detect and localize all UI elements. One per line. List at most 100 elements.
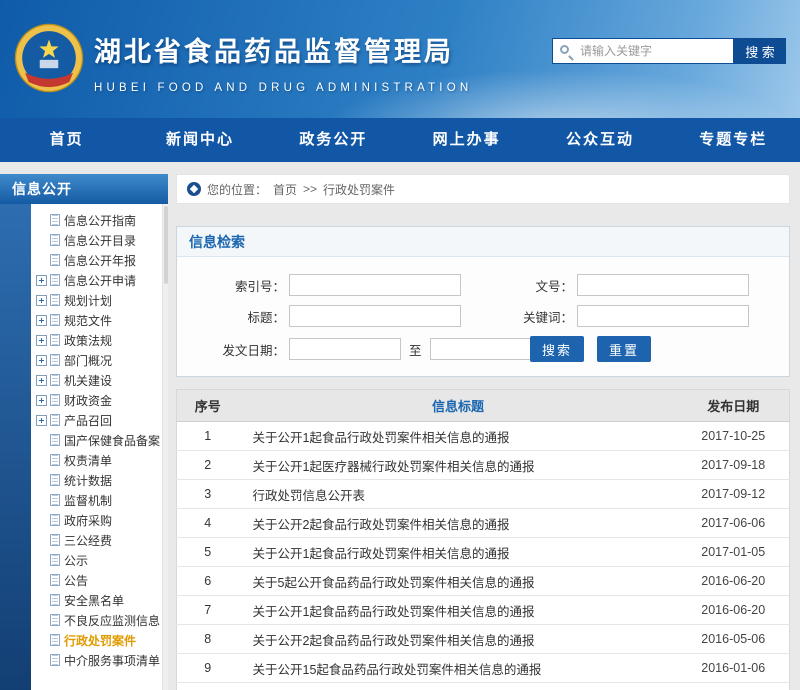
document-icon <box>50 354 60 366</box>
table-row: 2 关于公开1起医疗器械行政处罚案件相关信息的通报 2017-09-18 <box>177 451 790 480</box>
sidebar-decorative-strip <box>0 204 31 690</box>
sidebar-item[interactable]: 统计数据 <box>36 470 160 490</box>
header-search-button[interactable]: 搜 索 <box>734 38 786 64</box>
header-search-input[interactable] <box>552 38 734 64</box>
site-header: 湖北省食品药品监督管理局 HUBEI FOOD AND DRUG ADMINIS… <box>0 0 800 118</box>
sidebar-item[interactable]: 国产保健食品备案 <box>36 430 160 450</box>
row-title-link[interactable]: 关于公开23起食品药品行政处罚案件相关信息的通报 <box>239 683 678 690</box>
search-icon <box>560 45 569 54</box>
sidebar-item[interactable]: 机关建设 <box>36 370 160 390</box>
header-search-input-wrap <box>552 38 734 64</box>
header-search: 搜 索 <box>552 38 786 64</box>
expand-plus-icon[interactable] <box>36 295 47 306</box>
form-buttons: 搜索 重置 <box>436 336 771 362</box>
site-titles: 湖北省食品药品监督管理局 HUBEI FOOD AND DRUG ADMINIS… <box>94 30 472 94</box>
document-icon <box>50 574 60 586</box>
sidebar-item-label: 国产保健食品备案 <box>64 432 160 449</box>
sidebar-item[interactable]: 政策法规 <box>36 330 160 350</box>
sidebar-item[interactable]: 信息公开指南 <box>36 210 160 230</box>
main-nav: 首页 新闻中心 政务公开 网上办事 公众互动 专题专栏 <box>0 118 800 162</box>
reset-button[interactable]: 重置 <box>597 336 651 362</box>
nav-item[interactable]: 网上办事 <box>400 118 533 162</box>
row-date: 2017-06-06 <box>678 509 790 538</box>
date-label: 发文日期： <box>195 340 285 359</box>
sidebar-item[interactable]: 政府采购 <box>36 510 160 530</box>
row-title-link[interactable]: 关于公开1起食品行政处罚案件相关信息的通报 <box>239 538 678 567</box>
sidebar-item-label: 财政资金 <box>64 392 112 409</box>
breadcrumb-home-link[interactable]: 首页 <box>273 181 297 198</box>
row-title-link[interactable]: 关于公开15起食品药品行政处罚案件相关信息的通报 <box>239 654 678 683</box>
breadcrumb-current: 行政处罚案件 <box>323 181 395 198</box>
index-no-input[interactable] <box>289 274 461 296</box>
sidebar-item[interactable]: 部门概况 <box>36 350 160 370</box>
sidebar-item[interactable]: 信息公开申请 <box>36 270 160 290</box>
sidebar-body: 信息公开指南 信息公开目录 信息公开年报 <box>0 204 168 690</box>
title-input[interactable] <box>289 305 461 327</box>
sidebar-item[interactable]: 权责清单 <box>36 450 160 470</box>
sidebar-item[interactable]: 规划计划 <box>36 290 160 310</box>
nav-item[interactable]: 政务公开 <box>267 118 400 162</box>
sidebar-item[interactable]: 产品召回 <box>36 410 160 430</box>
expand-plus-icon[interactable] <box>36 355 47 366</box>
document-icon <box>50 554 60 566</box>
doc-no-input[interactable] <box>577 274 749 296</box>
table-row: 9 关于公开15起食品药品行政处罚案件相关信息的通报 2016-01-06 <box>177 654 790 683</box>
sidebar-item[interactable]: 行政处罚案件 <box>36 630 160 650</box>
sidebar-item-label: 公告 <box>64 572 88 589</box>
row-title-link[interactable]: 关于5起公开食品药品行政处罚案件相关信息的通报 <box>239 567 678 596</box>
sidebar-item[interactable]: 规范文件 <box>36 310 160 330</box>
agency-emblem-logo <box>12 21 86 95</box>
document-icon <box>50 374 60 386</box>
sidebar-item-label: 权责清单 <box>64 452 112 469</box>
sidebar-item-label: 不良反应监测信息 <box>64 612 160 629</box>
body-row: 信息公开 信息公开指南 信息公开目 <box>0 162 800 690</box>
breadcrumb-separator: >> <box>303 182 317 196</box>
sidebar-item[interactable]: 信息公开目录 <box>36 230 160 250</box>
sidebar-item[interactable]: 公告 <box>36 570 160 590</box>
sidebar-item[interactable]: 三公经费 <box>36 530 160 550</box>
nav-item[interactable]: 专题专栏 <box>667 118 800 162</box>
sidebar-item[interactable]: 信息公开年报 <box>36 250 160 270</box>
expand-plus-icon[interactable] <box>36 275 47 286</box>
row-date: 2016-01-06 <box>678 654 790 683</box>
sidebar-item-label: 产品召回 <box>64 412 112 429</box>
panel-body: 索引号： 文号： 标题： <box>177 257 789 376</box>
row-title-link[interactable]: 关于公开1起食品行政处罚案件相关信息的通报 <box>239 422 678 451</box>
sidebar-item[interactable]: 安全黑名单 <box>36 590 160 610</box>
document-icon <box>50 434 60 446</box>
nav-item[interactable]: 首页 <box>0 118 133 162</box>
sidebar-item-label: 部门概况 <box>64 352 112 369</box>
sidebar-item[interactable]: 不良反应监测信息 <box>36 610 160 630</box>
sidebar-item[interactable]: 财政资金 <box>36 390 160 410</box>
row-title-link[interactable]: 关于公开1起医疗器械行政处罚案件相关信息的通报 <box>239 451 678 480</box>
sidebar-item-label: 三公经费 <box>64 532 112 549</box>
title-label: 标题： <box>195 307 285 326</box>
row-title-link[interactable]: 关于公开2起食品药品行政处罚案件相关信息的通报 <box>239 625 678 654</box>
keyword-input[interactable] <box>577 305 749 327</box>
expand-plus-icon[interactable] <box>36 315 47 326</box>
expand-plus-icon[interactable] <box>36 395 47 406</box>
row-title-link[interactable]: 关于公开1起食品药品行政处罚案件相关信息的通报 <box>239 596 678 625</box>
sidebar-scrollbar-thumb[interactable] <box>164 206 168 284</box>
search-button[interactable]: 搜索 <box>530 336 584 362</box>
index-no-label: 索引号： <box>195 276 285 295</box>
sidebar-item[interactable]: 公示 <box>36 550 160 570</box>
nav-item[interactable]: 公众互动 <box>533 118 666 162</box>
header-date: 发布日期 <box>678 390 790 422</box>
nav-item[interactable]: 新闻中心 <box>133 118 266 162</box>
row-title-link[interactable]: 关于公开2起食品行政处罚案件相关信息的通报 <box>239 509 678 538</box>
sidebar-item[interactable]: 中介服务事项清单 <box>36 650 160 670</box>
expand-plus-icon[interactable] <box>36 335 47 346</box>
expand-plus-icon[interactable] <box>36 375 47 386</box>
sidebar-item-label: 规范文件 <box>64 312 112 329</box>
sidebar-title: 信息公开 <box>0 174 168 204</box>
document-icon <box>50 414 60 426</box>
document-icon <box>50 234 60 246</box>
date-from-input[interactable] <box>289 338 401 360</box>
sidebar-scrollbar[interactable] <box>162 204 168 690</box>
expand-plus-icon[interactable] <box>36 415 47 426</box>
row-title-link[interactable]: 行政处罚信息公开表 <box>239 480 678 509</box>
panel-title: 信息检索 <box>177 227 789 257</box>
sidebar-item[interactable]: 监督机制 <box>36 490 160 510</box>
row-seq: 9 <box>177 654 239 683</box>
